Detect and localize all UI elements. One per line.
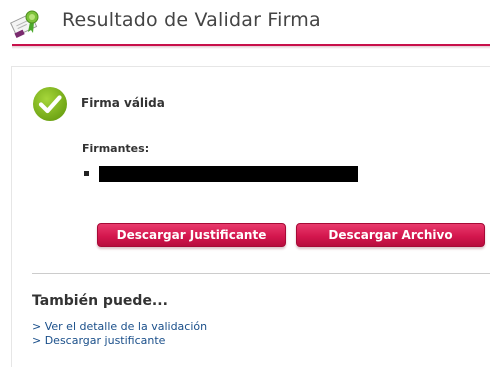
header-divider-shadow <box>12 46 490 49</box>
download-receipt-link[interactable]: > Descargar justificante <box>32 334 165 347</box>
signer-name-redacted <box>99 166 358 182</box>
download-file-button[interactable]: Descargar Archivo <box>296 223 485 247</box>
page-title: Resultado de Validar Firma <box>62 9 321 31</box>
page-header: Resultado de Validar Firma <box>0 0 490 50</box>
view-validation-details-link[interactable]: > Ver el detalle de la validación <box>32 320 207 333</box>
signers-label: Firmantes: <box>82 142 150 155</box>
signature-status: Firma válida <box>81 96 165 110</box>
download-receipt-button[interactable]: Descargar Justificante <box>97 223 286 247</box>
list-bullet <box>84 171 89 176</box>
section-divider <box>32 273 490 274</box>
check-circle-icon <box>33 87 67 121</box>
certificate-ribbon-icon <box>10 10 39 38</box>
also-section-title: También puede... <box>32 293 168 309</box>
